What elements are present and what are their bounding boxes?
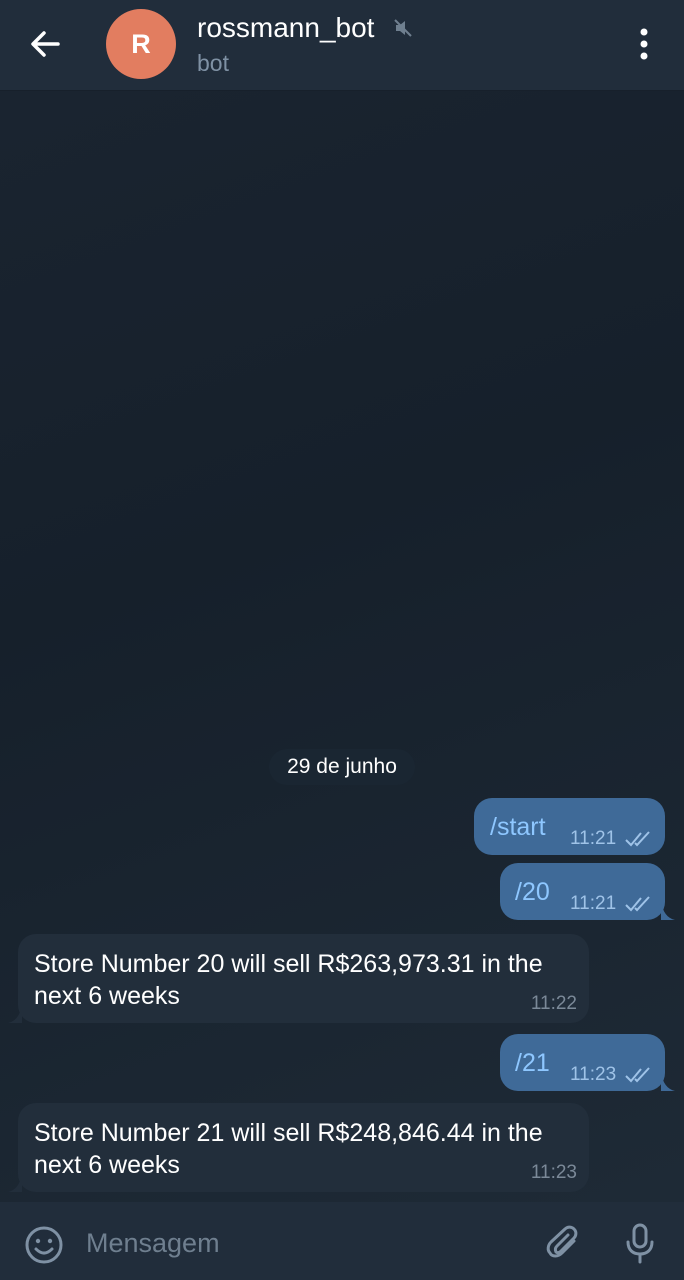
arrow-left-icon	[31, 31, 60, 57]
outgoing-message[interactable]: /20 11:21	[500, 863, 665, 920]
message-time: 11:21	[570, 893, 617, 914]
bubble-tail	[8, 1005, 22, 1023]
attach-button[interactable]	[544, 1224, 584, 1264]
message-composer	[0, 1202, 684, 1280]
message-time: 11:21	[570, 828, 617, 849]
outgoing-message[interactable]: /start 11:21	[474, 798, 665, 855]
bubble-tail	[661, 1073, 675, 1091]
double-check-icon	[625, 896, 650, 912]
message-text: Store Number 20 will sell R$263,973.31 i…	[34, 950, 543, 1010]
more-vertical-icon	[640, 28, 648, 60]
date-separator: 29 de junho	[269, 749, 415, 785]
incoming-message[interactable]: Store Number 21 will sell R$248,846.44 i…	[18, 1103, 589, 1192]
microphone-button[interactable]	[620, 1222, 660, 1266]
message-time: 11:23	[530, 1162, 577, 1183]
more-options-button[interactable]	[628, 26, 660, 62]
back-button[interactable]	[22, 24, 70, 64]
command-link[interactable]: /20	[515, 878, 550, 907]
chat-subtitle: bot	[197, 50, 229, 76]
bubble-tail	[661, 902, 675, 920]
smile-icon	[25, 1226, 63, 1264]
outgoing-message[interactable]: /21 11:23	[500, 1034, 665, 1091]
command-link[interactable]: /start	[490, 813, 546, 842]
double-check-icon	[625, 831, 650, 847]
message-input[interactable]	[84, 1220, 528, 1266]
message-time: 11:22	[530, 993, 577, 1014]
emoji-button[interactable]	[24, 1225, 64, 1265]
incoming-message[interactable]: Store Number 20 will sell R$263,973.31 i…	[18, 934, 589, 1023]
microphone-icon	[626, 1223, 654, 1264]
avatar[interactable]: R	[106, 9, 176, 79]
muted-speaker-icon	[393, 18, 413, 38]
command-link[interactable]: /21	[515, 1049, 550, 1078]
message-time: 11:23	[570, 1064, 617, 1085]
message-text: Store Number 21 will sell R$248,846.44 i…	[34, 1119, 543, 1179]
chat-title[interactable]: rossmann_bot	[197, 12, 374, 44]
bubble-tail	[8, 1174, 22, 1192]
paperclip-icon	[546, 1225, 578, 1258]
chat-header: R rossmann_bot bot	[0, 0, 684, 91]
double-check-icon	[625, 1067, 650, 1083]
